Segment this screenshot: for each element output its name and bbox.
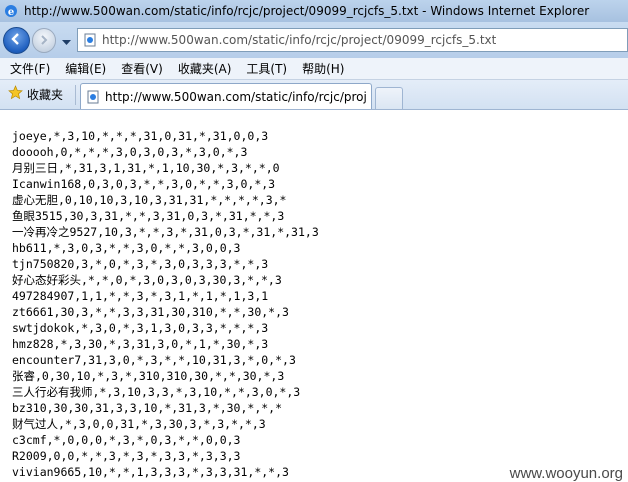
navigation-bar: http://www.500wan.com/static/info/rcjc/p… [0, 22, 628, 58]
back-button[interactable] [3, 26, 30, 54]
star-icon [8, 85, 23, 104]
window-title: http://www.500wan.com/static/info/rcjc/p… [24, 4, 590, 18]
text-line: bz310,30,30,31,3,3,10,*,31,3,*,30,*,*,* [12, 401, 283, 415]
page-content: joeye,*,3,10,*,*,*,31,0,31,*,31,0,0,3 do… [0, 111, 628, 482]
text-line: encounter7,31,3,0,*,3,*,*,10,31,3,*,0,*,… [12, 353, 296, 367]
tab-title: http://www.500wan.com/static/info/rcjc/p… [105, 89, 368, 104]
text-line: 好心态好彩头,*,*,0,*,3,0,3,0,3,30,3,*,*,3 [12, 273, 282, 287]
title-bar: e http://www.500wan.com/static/info/rcjc… [0, 0, 628, 22]
text-line: vivian9665,10,*,*,1,3,3,3,*,3,3,31,*,*,3 [12, 465, 289, 479]
address-input[interactable]: http://www.500wan.com/static/info/rcjc/p… [102, 33, 496, 47]
text-line: 一冷再冷之9527,10,3,*,*,3,*,31,0,3,*,31,*,31,… [12, 225, 319, 239]
tab-current-page[interactable]: http://www.500wan.com/static/info/rcjc/p… [80, 83, 373, 109]
toolbar-divider [75, 84, 77, 105]
svg-text:e: e [8, 7, 14, 18]
text-line: 鱼眼3515,30,3,31,*,*,3,31,0,3,*,31,*,*,3 [12, 209, 285, 223]
text-line: tjn750820,3,*,0,*,3,*,3,0,3,3,3,*,*,3 [12, 257, 269, 271]
menu-file[interactable]: 文件(F) [10, 60, 50, 77]
text-line: 虚心无胆,0,10,10,3,10,3,31,31,*,*,*,*,3,* [12, 193, 287, 207]
text-line: hb611,*,3,0,3,*,*,3,0,*,*,3,0,0,3 [12, 241, 241, 255]
menu-favorites[interactable]: 收藏夹(A) [178, 60, 232, 77]
menu-tools[interactable]: 工具(T) [246, 60, 287, 77]
text-line: Icanwin168,0,3,0,3,*,*,3,0,*,*,3,0,*,3 [12, 177, 276, 191]
menu-view[interactable]: 查看(V) [121, 60, 163, 77]
chevron-down-icon [61, 31, 71, 50]
text-line: R2009,0,0,*,*,3,*,3,*,3,3,*,3,3,3 [12, 449, 241, 463]
tab-bar: 收藏夹 http://www.500wan.com/static/info/rc… [0, 80, 628, 110]
text-line: c3cmf,*,0,0,0,*,3,*,0,3,*,*,0,0,3 [12, 433, 241, 447]
history-dropdown-button[interactable] [59, 33, 73, 47]
menu-edit[interactable]: 编辑(E) [65, 60, 106, 77]
text-line: 497284907,1,1,*,*,3,*,3,1,*,1,*,1,3,1 [12, 289, 269, 303]
watermark: www.wooyun.org [506, 465, 626, 482]
text-line: zt6661,30,3,*,*,3,3,31,30,310,*,*,30,*,3 [12, 305, 289, 319]
text-line: hmz828,*,3,30,*,3,31,3,0,*,1,*,30,*,3 [12, 337, 269, 351]
new-tab-button[interactable] [375, 87, 404, 109]
text-line: 财气过人,*,3,0,0,31,*,3,30,3,*,3,*,*,3 [12, 417, 266, 431]
menu-bar: 文件(F) 编辑(E) 查看(V) 收藏夹(A) 工具(T) 帮助(H) [0, 58, 628, 80]
text-line: swtjdokok,*,3,0,*,3,1,3,0,3,3,*,*,*,3 [12, 321, 269, 335]
text-line: dooooh,0,*,*,*,3,0,3,0,3,*,3,0,*,3 [12, 145, 248, 159]
address-bar[interactable]: http://www.500wan.com/static/info/rcjc/p… [77, 28, 628, 52]
text-line: 张睿,0,30,10,*,3,*,310,310,30,*,*,30,*,3 [12, 369, 285, 383]
menu-help[interactable]: 帮助(H) [302, 60, 344, 77]
page-icon [82, 32, 98, 48]
page-icon [85, 89, 101, 105]
forward-button[interactable] [31, 27, 57, 53]
internet-explorer-icon: e [3, 3, 19, 19]
favorites-button[interactable]: 收藏夹 [8, 85, 63, 104]
forward-arrow-icon [38, 31, 50, 50]
text-lines: joeye,*,3,10,*,*,*,31,0,31,*,31,0,0,3 do… [12, 128, 319, 480]
text-line: joeye,*,3,10,*,*,*,31,0,31,*,31,0,0,3 [12, 129, 269, 143]
text-line: 月别三日,*,31,3,1,31,*,1,10,30,*,3,*,*,0 [12, 161, 280, 175]
text-line: 三人行必有我师,*,3,10,3,3,*,3,10,*,*,3,0,*,3 [12, 385, 301, 399]
favorites-label: 收藏夹 [27, 88, 64, 102]
back-arrow-icon [9, 31, 23, 50]
